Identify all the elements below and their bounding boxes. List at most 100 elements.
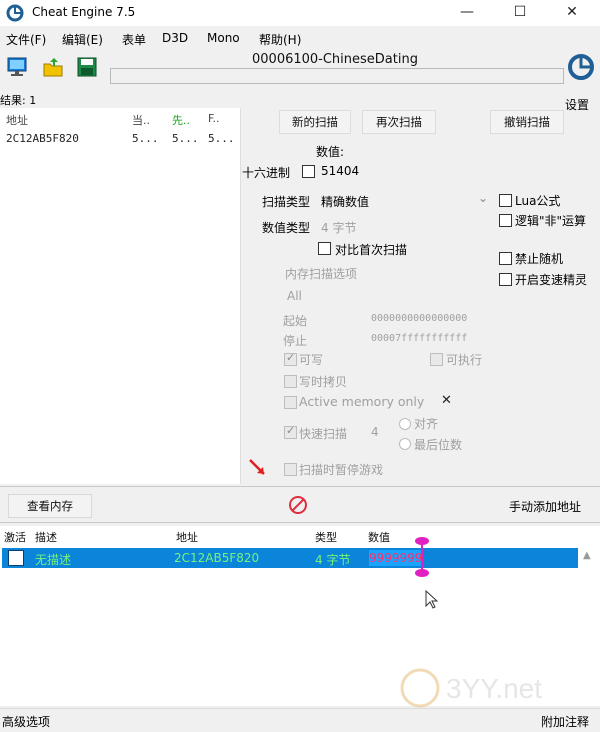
not-logic-checkbox[interactable] [499,214,512,227]
start-address-input[interactable]: 0000000000000000 [371,313,467,324]
fast-scan-label: 快速扫描 [299,427,348,441]
writable-checkbox[interactable] [284,351,297,366]
results-list[interactable]: 地址 当.. 先.. F.. 2C12AB5F820 5... 5... 5..… [0,108,241,484]
results-header-previous[interactable]: 先.. [172,112,190,128]
active-memory-checkbox[interactable] [284,396,297,409]
scan-type-select[interactable]: 精确数值 [321,193,369,210]
window-title: Cheat Engine 7.5 [32,5,136,19]
open-process-icon[interactable] [6,56,28,78]
drag-handle-icon[interactable] [411,536,433,580]
results-count: 结果: 1 [0,94,37,107]
scan-type-label: 扫描类型 [262,195,311,209]
active-memory-label: Active memory only [299,394,425,409]
row-type[interactable]: 4 字节 [315,551,350,568]
mouse-cursor-icon [425,590,438,609]
result-first[interactable]: 5... [208,132,235,145]
advanced-options-button[interactable]: 高级选项 [2,713,50,730]
watermark-text: 3YY.net [446,673,542,704]
undo-scan-button[interactable]: 撤销扫描 [490,110,564,134]
divider [0,522,600,523]
divider [0,486,600,487]
value-label: 数值: [316,145,345,159]
no-random-label: 禁止随机 [515,252,564,266]
pointer-arrow-icon[interactable] [247,457,269,479]
align-label: 对齐 [414,417,439,431]
not-logic-label: 逻辑"非"运算 [515,214,587,228]
hex-label: 十六进制 [242,166,291,180]
stop-icon[interactable] [288,495,308,515]
add-address-button[interactable]: 手动添加地址 [509,498,581,515]
menu-d3d[interactable]: D3D [162,31,188,45]
speedhack-label: 开启变速精灵 [515,273,588,287]
row-description[interactable]: 无描述 [35,551,71,568]
table-row[interactable]: 无描述 2C12AB5F820 4 字节 9999999 [2,548,578,568]
copy-on-write-checkbox[interactable] [284,375,297,388]
address-table-header: 激活 描述 地址 类型 数值 [0,526,600,547]
open-file-icon[interactable] [42,56,64,78]
start-label: 起始 [283,314,308,328]
align-radio[interactable] [399,418,411,430]
stop-address-input[interactable]: 00007fffffffffff [371,333,467,344]
fast-scan-checkbox[interactable] [284,424,297,439]
result-current[interactable]: 5... [132,132,159,145]
scroll-up-icon[interactable]: ▲ [583,550,591,561]
header-description[interactable]: 描述 [35,529,57,545]
close-button[interactable]: ✕ [552,2,592,24]
row-address[interactable]: 2C12AB5F820 [174,551,259,565]
hex-checkbox[interactable] [302,165,315,178]
fast-scan-value-input[interactable]: 4 [371,425,379,439]
menu-help[interactable]: 帮助(H) [259,31,301,48]
speedhack-checkbox[interactable] [499,273,512,286]
results-header-current[interactable]: 当.. [132,112,150,128]
last-digits-label: 最后位数 [414,438,463,452]
minimize-button[interactable]: — [447,2,487,24]
header-type[interactable]: 类型 [315,529,337,545]
menu-bar: 文件(F) 编辑(E) 表单 D3D Mono 帮助(H) [0,28,600,48]
value-type-label: 数值类型 [262,221,311,235]
close-icon[interactable]: ✕ [441,393,452,408]
row-active-checkbox[interactable] [8,550,24,566]
copy-on-write-label: 写时拷贝 [299,375,348,389]
watermark-logo: 3YY.net [400,668,542,708]
memory-region-select[interactable]: All [287,289,302,303]
chevron-down-icon[interactable]: ⌄ [478,191,488,205]
menu-edit[interactable]: 编辑(E) [62,31,103,48]
status-bar: 高级选项 附加注释 [0,708,600,732]
lua-formula-checkbox[interactable] [499,194,512,207]
settings-label[interactable]: 设置 [565,96,589,113]
no-random-checkbox[interactable] [499,252,512,265]
compare-first-label: 对比首次扫描 [335,243,408,257]
executable-checkbox[interactable] [430,353,443,366]
result-address[interactable]: 2C12AB5F820 [6,132,79,145]
executable-label: 可执行 [446,353,483,367]
menu-table[interactable]: 表单 [122,31,146,48]
view-memory-button[interactable]: 查看内存 [8,494,92,518]
add-comment-button[interactable]: 附加注释 [541,713,589,730]
save-file-icon[interactable] [76,56,98,78]
progress-bar [110,68,564,84]
maximize-button[interactable]: ☐ [500,2,540,24]
writable-label: 可写 [299,353,324,367]
lua-formula-label: Lua公式 [515,194,561,208]
title-bar: Cheat Engine 7.5 — ☐ ✕ [0,0,600,26]
pause-game-label: 扫描时暂停游戏 [299,463,384,477]
last-digits-radio[interactable] [399,438,411,450]
result-previous[interactable]: 5... [172,132,199,145]
memory-options-label: 内存扫描选项 [285,267,358,281]
cheat-engine-logo-icon [6,4,24,22]
pause-game-checkbox[interactable] [284,463,297,476]
process-title: 00006100-ChineseDating [252,52,418,67]
header-address[interactable]: 地址 [176,529,198,545]
results-header-first[interactable]: F.. [208,112,220,125]
header-active[interactable]: 激活 [4,529,26,545]
next-scan-button[interactable]: 再次扫描 [362,110,436,134]
new-scan-button[interactable]: 新的扫描 [279,110,351,134]
value-type-select[interactable]: 4 字节 [321,219,356,236]
menu-mono[interactable]: Mono [207,31,240,45]
scan-value-input[interactable]: 51404 [321,164,359,178]
menu-file[interactable]: 文件(F) [6,31,46,48]
header-value[interactable]: 数值 [368,529,390,545]
settings-logo-icon[interactable] [566,52,596,88]
compare-first-checkbox[interactable] [318,242,331,255]
results-header-address[interactable]: 地址 [6,112,28,128]
